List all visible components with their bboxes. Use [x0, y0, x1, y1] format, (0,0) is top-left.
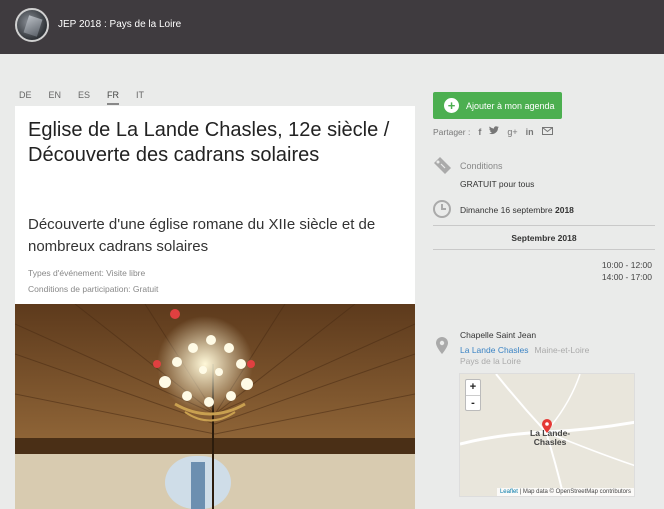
leaflet-link[interactable]: Leaflet	[500, 489, 518, 495]
event-date-day: Dimanche 16 septembre	[460, 205, 553, 215]
event-subtitle: Découverte d'une église romane du XIIe s…	[28, 216, 376, 255]
add-to-agenda-button[interactable]: + Ajouter à mon agenda	[433, 92, 562, 119]
email-icon[interactable]	[541, 126, 553, 137]
event-title: Eglise de La Lande Chasles, 12e siècle /…	[28, 119, 390, 166]
plus-icon: +	[444, 98, 459, 113]
event-types: Types d'événement: Visite libre	[28, 268, 146, 278]
place-town: La Lande Chasles Maine-et-Loire	[460, 345, 589, 355]
zoom-in-button[interactable]: +	[466, 380, 480, 395]
language-switcher: DE EN ES FR IT	[19, 90, 161, 105]
ticket-icon	[433, 156, 452, 179]
conditions-value: GRATUIT pour tous	[460, 179, 535, 189]
month-header: Septembre 2018	[511, 233, 577, 243]
time-slot: 14:00 - 17:00	[601, 272, 652, 282]
twitter-icon[interactable]	[489, 126, 500, 137]
site-title[interactable]: JEP 2018 : Pays de la Loire	[58, 19, 181, 30]
event-conditions: Conditions de participation: Gratuit	[28, 284, 159, 294]
google-plus-icon[interactable]: g+	[507, 127, 517, 137]
facebook-icon[interactable]: f	[478, 127, 481, 137]
lang-de[interactable]: DE	[19, 90, 32, 105]
lang-es[interactable]: ES	[78, 90, 90, 105]
lang-it[interactable]: IT	[136, 90, 144, 105]
event-photo	[15, 304, 415, 509]
divider	[433, 225, 655, 226]
share-bar: Partager : f g+ in	[433, 126, 553, 137]
location-pin-icon	[436, 337, 448, 359]
place-name: Chapelle Saint Jean	[460, 330, 537, 340]
region: Pays de la Loire	[460, 356, 521, 366]
event-card: Eglise de La Lande Chasles, 12e siècle /…	[15, 106, 415, 306]
linkedin-icon[interactable]: in	[526, 127, 534, 137]
time-slot: 10:00 - 12:00	[601, 260, 652, 270]
map-attribution: Leaflet | Map data © OpenStreetMap contr…	[496, 488, 634, 496]
lang-fr[interactable]: FR	[107, 90, 120, 105]
conditions-label: Conditions	[460, 161, 503, 171]
town-link[interactable]: La Lande Chasles	[460, 345, 529, 355]
event-date: Dimanche 16 septembre 2018	[460, 205, 574, 215]
attribution-text: | Map data © OpenStreetMap contributors	[517, 489, 631, 495]
site-logo[interactable]	[15, 8, 49, 42]
zoom-out-button[interactable]: -	[466, 395, 480, 410]
map-label-line: Chasles	[533, 437, 567, 447]
clock-icon	[433, 200, 451, 223]
map-place-label: La Lande- Chasles	[530, 429, 570, 447]
location-map[interactable]: + - La Lande- Chasles Leaflet | Map data…	[459, 373, 635, 497]
top-bar: JEP 2018 : Pays de la Loire	[0, 0, 664, 54]
add-to-agenda-label: Ajouter à mon agenda	[466, 100, 555, 111]
church-interior-image	[15, 304, 415, 509]
map-zoom-control: + -	[465, 379, 481, 411]
divider	[433, 249, 655, 250]
event-date-year: 2018	[554, 205, 574, 215]
department: Maine-et-Loire	[534, 345, 590, 355]
share-label: Partager :	[433, 126, 471, 137]
lang-en[interactable]: EN	[49, 90, 62, 105]
